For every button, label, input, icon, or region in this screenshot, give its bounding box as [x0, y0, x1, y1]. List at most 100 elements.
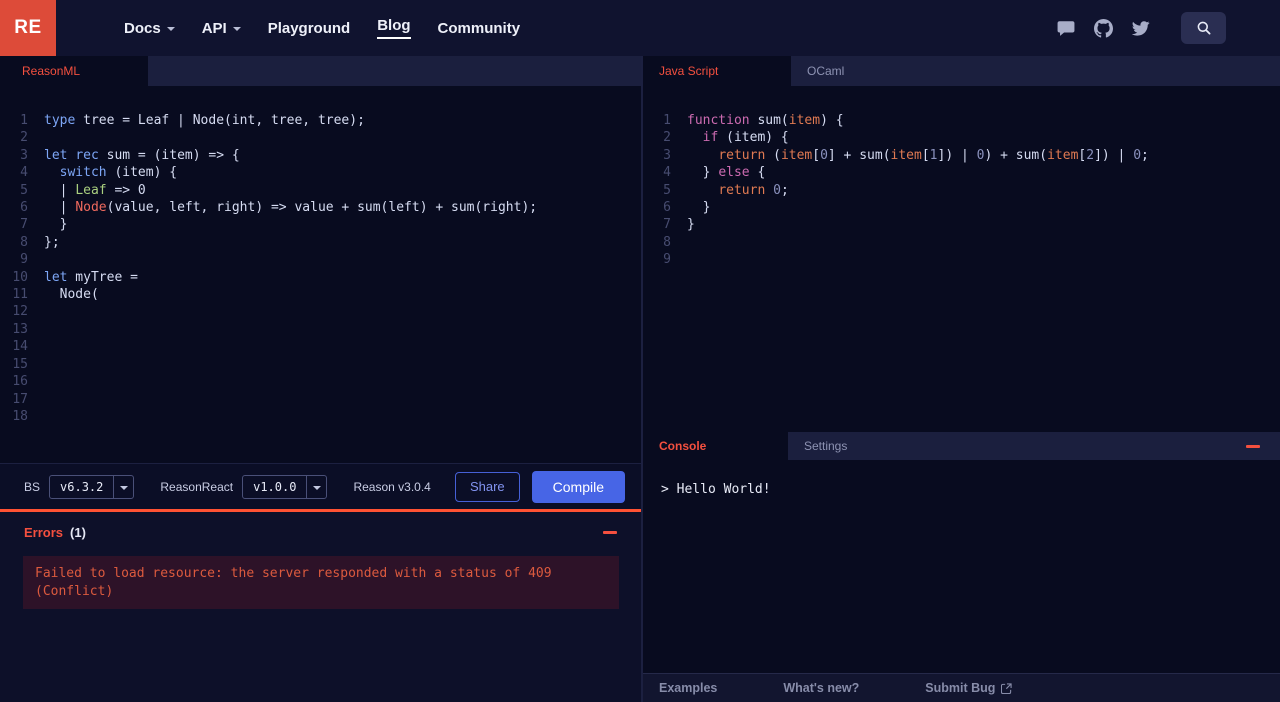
code-line: 10 let myTree =	[0, 269, 641, 286]
twitter-icon[interactable]	[1130, 18, 1150, 38]
code-line: 3 let rec sum = (item) => {	[0, 147, 641, 164]
reason-logo[interactable]: RE	[0, 0, 56, 56]
nav-item-label: API	[201, 19, 227, 37]
code-line: 14	[0, 338, 641, 355]
footer-links: Examples What's new? Submit Bug	[643, 673, 1280, 702]
tab-console[interactable]: Console	[643, 432, 788, 460]
code-line: 2 if (item) {	[643, 129, 1280, 146]
line-number: 10	[12, 269, 28, 285]
code-line: 9	[643, 251, 1280, 268]
code-text: switch (item) {	[59, 165, 178, 181]
line-number: 17	[12, 391, 28, 407]
js-code-editor[interactable]: 1 function sum(item) {2 if (item) {3 retu…	[643, 86, 1280, 432]
line-number: 15	[12, 356, 28, 372]
main-area: ReasonML 1 type tree = Leaf | Node(int, t…	[0, 56, 1280, 702]
line-number: 3	[20, 147, 28, 163]
line-number: 4	[20, 165, 28, 181]
code-text: function sum(item) {	[687, 113, 844, 128]
collapse-errors-button[interactable]	[603, 527, 617, 538]
nav-item-label: Playground	[267, 19, 351, 37]
code-text: }	[687, 200, 711, 216]
share-button[interactable]: Share	[454, 471, 520, 502]
nav-item-playground[interactable]: Playground	[268, 20, 351, 37]
chevron-down-icon	[166, 27, 175, 31]
code-text: Node(	[44, 287, 99, 303]
errors-title: Errors	[24, 524, 64, 540]
line-number: 12	[12, 304, 28, 320]
code-text: }	[44, 217, 68, 233]
compile-button[interactable]: Compile	[531, 470, 625, 503]
nav-item-label: Blog	[377, 17, 411, 39]
line-number: 6	[20, 200, 28, 216]
code-line: 8};	[0, 234, 641, 251]
minus-icon	[603, 530, 617, 534]
console-tabstrip: Console Settings	[643, 432, 1280, 460]
code-line: 6 }	[643, 199, 1280, 216]
whats-new-link[interactable]: What's new?	[783, 681, 859, 695]
search-icon	[1196, 20, 1212, 36]
output-tabstrip: Java Script OCaml	[643, 56, 1280, 86]
reason-tabstrip: ReasonML	[0, 56, 641, 86]
code-line: 1 function sum(item) {	[643, 112, 1280, 129]
line-number: 16	[12, 374, 28, 390]
code-line: 7 }	[0, 216, 641, 233]
line-number: 8	[663, 234, 671, 250]
code-line: 17	[0, 391, 641, 408]
line-number: 9	[663, 252, 671, 268]
line-number: 11	[12, 287, 28, 303]
line-number: 2	[20, 130, 28, 146]
reason-code-editor[interactable]: 1 type tree = Leaf | Node(int, tree, tree…	[0, 86, 641, 463]
error-message: Failed to load resource: the server resp…	[23, 556, 619, 609]
line-number: 18	[12, 408, 28, 424]
chat-icon[interactable]	[1056, 18, 1076, 38]
line-number: 7	[663, 217, 671, 233]
app-window: RE Docs API Playground Blog Community Re…	[0, 0, 1280, 702]
line-number: 9	[20, 252, 28, 268]
bs-version-dropdown[interactable]: v6.3.2	[49, 474, 135, 499]
code-line: 4 } else {	[643, 164, 1280, 181]
tab-reasonml[interactable]: ReasonML	[0, 56, 148, 86]
code-line: 13	[0, 321, 641, 338]
nav-item-community[interactable]: Community	[438, 20, 521, 37]
minus-icon	[1246, 444, 1260, 448]
nav-items: Docs API Playground Blog Community	[124, 17, 520, 39]
examples-link[interactable]: Examples	[659, 681, 717, 695]
code-text: if (item) {	[702, 130, 789, 146]
code-line: 16	[0, 373, 641, 390]
chevron-down-icon	[306, 475, 326, 498]
code-text: let rec sum = (item) => {	[44, 147, 240, 163]
nav-item-api[interactable]: API	[202, 20, 241, 37]
submit-bug-link[interactable]: Submit Bug	[925, 681, 1013, 695]
console-output: > Hello World!	[661, 482, 771, 497]
tab-settings[interactable]: Settings	[788, 432, 933, 460]
code-text: let myTree =	[44, 269, 138, 285]
nav-item-docs[interactable]: Docs	[124, 20, 175, 37]
output-panel: Java Script OCaml 1 function sum(item) {2…	[641, 56, 1280, 702]
bs-label: BS	[24, 479, 41, 494]
chevron-down-icon	[113, 475, 133, 498]
nav-item-label: Community	[437, 19, 521, 37]
github-icon[interactable]	[1093, 18, 1113, 38]
tab-javascript[interactable]: Java Script	[643, 56, 791, 86]
nav-item-label: Docs	[124, 19, 161, 37]
code-text: | Leaf => 0	[44, 182, 146, 198]
submit-bug-label: Submit Bug	[925, 681, 996, 695]
reason-panel: ReasonML 1 type tree = Leaf | Node(int, t…	[0, 56, 641, 702]
tab-ocaml[interactable]: OCaml	[791, 56, 939, 86]
line-number: 8	[20, 234, 28, 250]
line-number: 5	[20, 182, 28, 198]
code-line: 7}	[643, 216, 1280, 233]
nav-item-blog[interactable]: Blog	[377, 17, 411, 39]
code-line: 18	[0, 408, 641, 425]
line-number: 1	[20, 113, 28, 128]
code-text: type tree = Leaf | Node(int, tree, tree)…	[44, 113, 365, 128]
line-number: 14	[12, 339, 28, 355]
code-text: return (item[0] + sum(item[1]) | 0) + su…	[718, 147, 1149, 163]
collapse-console-button[interactable]	[1246, 432, 1260, 460]
code-line: 8	[643, 234, 1280, 251]
line-number: 6	[663, 200, 671, 216]
search-button[interactable]	[1181, 12, 1226, 44]
reasonreact-version-dropdown[interactable]: v1.0.0	[242, 474, 328, 499]
navbar: RE Docs API Playground Blog Community	[0, 0, 1280, 56]
line-number: 7	[20, 217, 28, 233]
